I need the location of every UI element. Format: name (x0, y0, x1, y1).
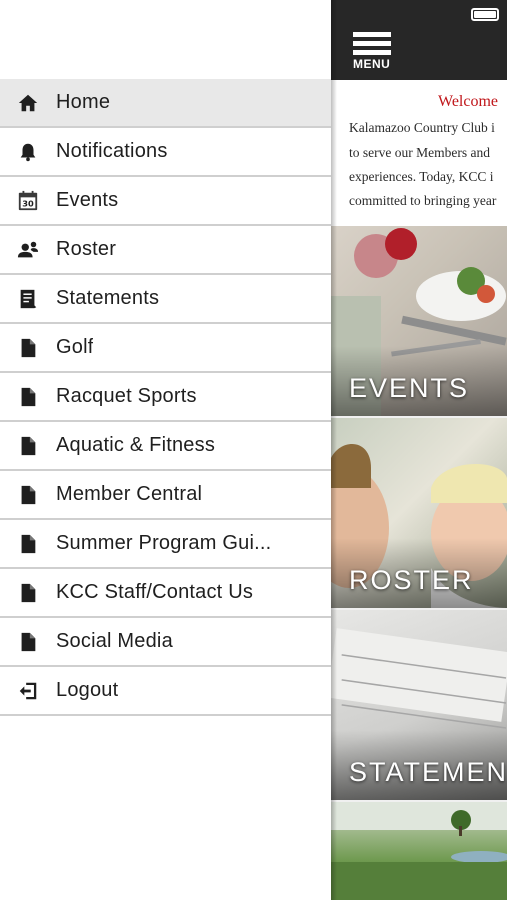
roster-tile[interactable]: ROSTER (331, 418, 507, 608)
drawer-item-racquet-sports[interactable]: Racquet Sports (0, 373, 331, 422)
home-icon (0, 92, 56, 114)
roster-tile-label: ROSTER (349, 565, 474, 595)
drawer-item-label: Statements (56, 287, 160, 309)
people-icon (0, 239, 56, 261)
drawer-item-statements[interactable]: Statements (0, 275, 331, 324)
drawer-item-golf[interactable]: Golf (0, 324, 331, 373)
welcome-panel: Welcome Kalamazoo Country Club i to serv… (331, 80, 507, 226)
welcome-title: Welcome (438, 93, 499, 110)
drawer-item-label: Member Central (56, 483, 203, 505)
drawer-item-staff-contact[interactable]: KCC Staff/Contact Us (0, 569, 331, 618)
logout-icon (0, 680, 56, 702)
drawer-item-label: Summer Program Gui... (56, 532, 272, 554)
calendar-day: 30 (22, 198, 34, 208)
drawer-item-aquatic-fitness[interactable]: Aquatic & Fitness (0, 422, 331, 471)
document-icon (0, 386, 56, 408)
golf-photo (331, 802, 507, 900)
events-tile[interactable]: EVENTS (331, 226, 507, 416)
drawer-item-home[interactable]: Home (0, 79, 331, 128)
drawer-item-label: Golf (56, 336, 94, 358)
welcome-text-line: to serve our Members and (349, 145, 490, 160)
drawer-item-social-media[interactable]: Social Media (0, 618, 331, 667)
drawer-item-label: Aquatic & Fitness (56, 434, 216, 456)
welcome-text-line: committed to bringing year (349, 193, 497, 208)
drawer-item-label: Home (56, 91, 111, 113)
calendar-icon: 30 (0, 190, 56, 212)
drawer-item-label: KCC Staff/Contact Us (56, 581, 254, 603)
drawer-item-label: Logout (56, 679, 119, 701)
drawer-item-label: Social Media (56, 630, 173, 652)
drawer-item-events[interactable]: 30 Events (0, 177, 331, 226)
drawer-item-logout[interactable]: Logout (0, 667, 331, 716)
golf-tile[interactable] (331, 802, 507, 900)
battery-icon (471, 8, 499, 21)
welcome-text-line: experiences. Today, KCC i (349, 169, 494, 184)
drawer-item-label: Notifications (56, 140, 168, 162)
menu-button[interactable]: MENU (353, 32, 393, 74)
top-bar: MENU (331, 0, 507, 80)
document-icon (0, 533, 56, 555)
drawer-item-notifications[interactable]: Notifications (0, 128, 331, 177)
drawer-item-label: Racquet Sports (56, 385, 197, 407)
statement-icon (0, 288, 56, 310)
hamburger-bar (353, 50, 391, 55)
welcome-text-line: Kalamazoo Country Club i (349, 120, 495, 135)
document-icon (0, 435, 56, 457)
statements-tile[interactable]: STATEMEN (331, 610, 507, 800)
drawer-menu-list: Home Notifications 30 Events Roster Stat… (0, 79, 331, 716)
statements-tile-label: STATEMEN (349, 757, 507, 787)
navigation-drawer: Home Notifications 30 Events Roster Stat… (0, 0, 331, 900)
main-content-panel: MENU Welcome Kalamazoo Country Club i to… (331, 0, 507, 900)
drawer-item-label: Events (56, 189, 119, 211)
drawer-item-member-central[interactable]: Member Central (0, 471, 331, 520)
document-icon (0, 484, 56, 506)
events-tile-label: EVENTS (349, 373, 470, 403)
drawer-item-roster[interactable]: Roster (0, 226, 331, 275)
menu-label: MENU (353, 57, 391, 71)
hamburger-bar (353, 41, 391, 46)
hamburger-icon (353, 32, 391, 37)
document-icon (0, 337, 56, 359)
drawer-item-label: Roster (56, 238, 117, 260)
bell-icon (0, 141, 56, 163)
document-icon (0, 582, 56, 604)
drawer-item-summer-program[interactable]: Summer Program Gui... (0, 520, 331, 569)
document-icon (0, 631, 56, 653)
